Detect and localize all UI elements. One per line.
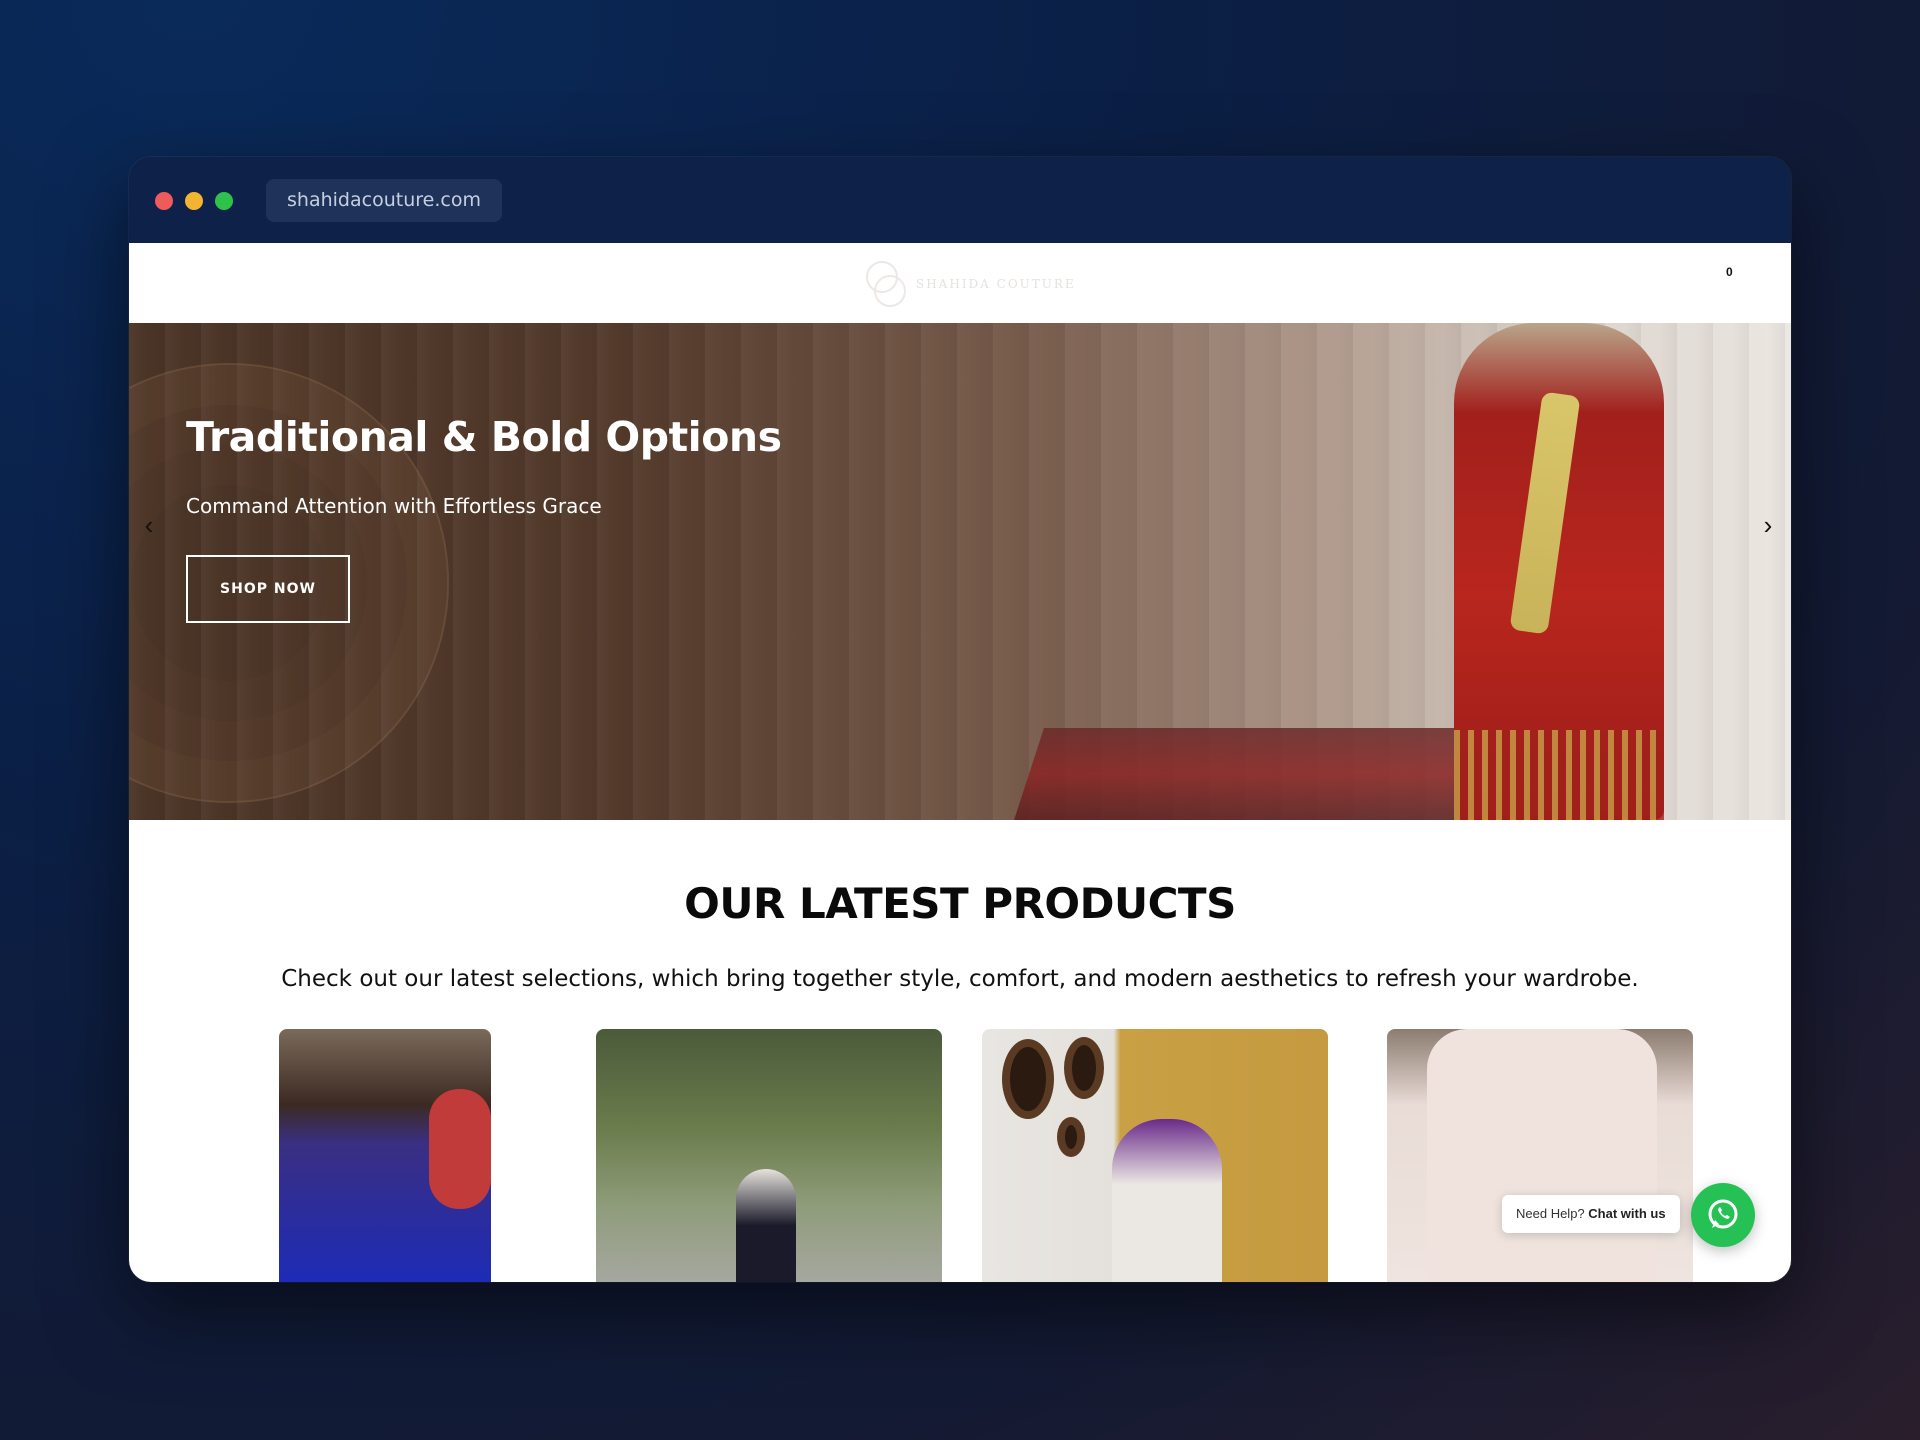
hero-slider: Traditional & Bold Options Command Atten… (129, 323, 1791, 820)
minimize-window-button[interactable] (185, 192, 203, 210)
slider-prev-icon[interactable]: ‹ (137, 510, 161, 541)
wall-mirror-image (1064, 1037, 1104, 1099)
product-card-3[interactable] (982, 1029, 1328, 1282)
logo-monogram-icon (866, 261, 906, 307)
chat-help-bubble[interactable]: Need Help? Chat with us (1502, 1195, 1680, 1233)
hero-embroidery-image (1454, 730, 1664, 820)
browser-window: shahidacouture.com SHAHIDA COUTURE 0 Tra… (129, 157, 1791, 1282)
chat-help-prefix: Need Help? (1516, 1206, 1585, 1221)
hero-model-image (1454, 323, 1664, 820)
products-section-description: Check out our latest selections, which b… (281, 966, 1639, 992)
product-model-image (1427, 1029, 1657, 1282)
cart-count-badge[interactable]: 0 (1726, 265, 1733, 279)
slider-next-icon[interactable]: › (1756, 510, 1780, 541)
wall-mirror-image (1002, 1039, 1054, 1119)
product-image-detail (429, 1089, 491, 1209)
close-window-button[interactable] (155, 192, 173, 210)
wall-mirror-image (1057, 1117, 1085, 1157)
product-model-image (736, 1169, 796, 1282)
hero-title: Traditional & Bold Options (186, 413, 782, 461)
site-logo[interactable]: SHAHIDA COUTURE (862, 257, 1074, 311)
products-section-title: OUR LATEST PRODUCTS (684, 879, 1236, 928)
whatsapp-icon (1708, 1199, 1738, 1229)
address-bar[interactable]: shahidacouture.com (266, 179, 502, 222)
product-card-1[interactable] (279, 1029, 491, 1282)
site-header: SHAHIDA COUTURE 0 (129, 243, 1791, 323)
whatsapp-chat-button[interactable] (1691, 1183, 1755, 1247)
shop-now-button[interactable]: SHOP NOW (186, 555, 350, 623)
product-card-2[interactable] (596, 1029, 942, 1282)
maximize-window-button[interactable] (215, 192, 233, 210)
hero-subtitle: Command Attention with Effortless Grace (186, 494, 602, 518)
browser-titlebar: shahidacouture.com (129, 157, 1791, 243)
chat-help-cta: Chat with us (1588, 1206, 1666, 1221)
web-page: SHAHIDA COUTURE 0 Traditional & Bold Opt… (129, 243, 1791, 1282)
logo-text: SHAHIDA COUTURE (916, 277, 1076, 291)
product-card-4[interactable] (1387, 1029, 1693, 1282)
hero-dupatta-image (1509, 391, 1581, 635)
product-model-image (1112, 1119, 1222, 1282)
